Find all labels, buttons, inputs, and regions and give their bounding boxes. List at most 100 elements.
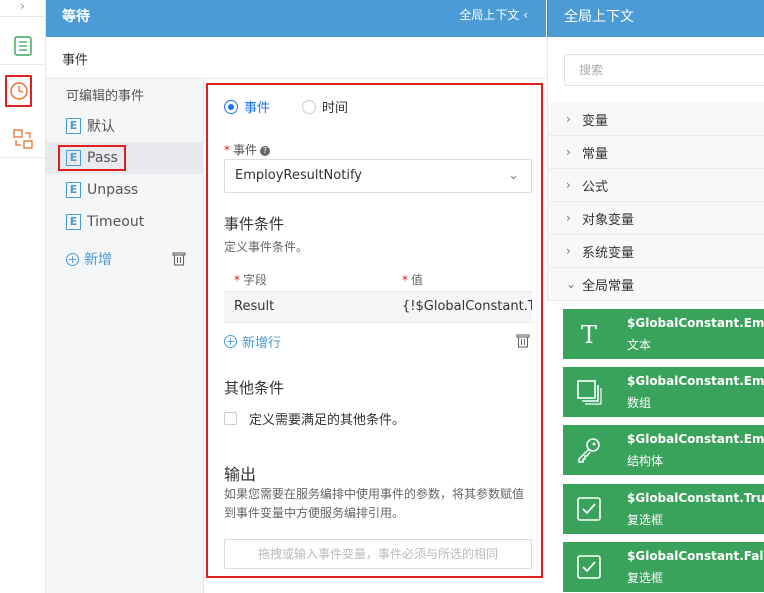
chevron-right-icon: ›	[566, 211, 571, 225]
constant-name: $GlobalConstant.Emp...	[627, 374, 764, 388]
help-icon[interactable]: ?	[260, 146, 271, 156]
event-type-radio-group: 事件 时间	[224, 97, 348, 116]
clock-icon[interactable]	[5, 75, 32, 107]
event-badge-icon: E	[66, 182, 81, 198]
conditions-desc: 定义事件条件。	[224, 240, 309, 254]
event-list: 可编辑的事件 E 默认 E Pass E Unpass E Timeout + …	[46, 79, 204, 593]
event-item-default[interactable]: E 默认	[46, 110, 204, 142]
constant-kind: 复选框	[627, 513, 664, 527]
event-item-label: Pass	[87, 150, 118, 166]
left-icon-bar: ›	[0, 0, 46, 593]
constant-name: $GlobalConstant.Emp...	[627, 432, 764, 446]
chevron-down-icon: ⌄	[508, 168, 519, 183]
plus-circle-icon: +	[66, 252, 79, 266]
event-list-heading: 可编辑的事件	[66, 89, 145, 104]
chevron-right-icon: ›	[566, 244, 571, 258]
group-label: 系统变量	[582, 245, 635, 261]
event-config-panel: 事件 时间 * 事件? EmployResultNotify ⌄ 事件条件 定义事…	[206, 83, 543, 578]
add-row-button[interactable]: + 新增行	[224, 332, 281, 351]
group-label: 全局常量	[582, 278, 635, 294]
event-item-label: Timeout	[87, 214, 145, 230]
swap-icon[interactable]	[0, 120, 45, 158]
other-conditions-label: 定义需要满足的其他条件。	[249, 413, 406, 428]
col-value-text: 值	[411, 273, 424, 287]
col-field-header: * 字段	[234, 273, 268, 287]
event-item-label: Unpass	[87, 182, 139, 198]
event-item-timeout[interactable]: E Timeout	[46, 206, 204, 238]
trash-icon[interactable]	[516, 333, 530, 352]
group-label: 对象变量	[582, 212, 635, 228]
constant-name: $GlobalConstant.Emp...	[627, 316, 764, 330]
add-event-label: 新增	[84, 252, 112, 268]
context-group-system-variables[interactable]: › 系统变量	[548, 235, 764, 268]
table-row[interactable]: Result {!$GlobalConstant.True}	[224, 291, 532, 323]
section-subheader: 事件	[46, 37, 546, 79]
panel-header: 等待 全局上下文 ‹	[46, 0, 546, 37]
conditions-title: 事件条件	[224, 215, 285, 233]
chevron-left-icon: ‹	[523, 8, 528, 22]
constant-card[interactable]: $GlobalConstant.Emp... 数组	[563, 367, 764, 417]
constant-name: $GlobalConstant.True	[627, 491, 764, 505]
add-row-label: 新增行	[242, 336, 282, 351]
row-field[interactable]: Result	[234, 299, 274, 314]
event-item-unpass[interactable]: E Unpass	[46, 174, 204, 206]
plus-circle-icon: +	[224, 335, 237, 348]
constant-kind: 数组	[627, 396, 652, 410]
global-context-title: 全局上下文	[564, 9, 634, 25]
constant-kind: 结构体	[627, 454, 664, 468]
col-field-text: 字段	[243, 273, 268, 287]
constant-card[interactable]: $GlobalConstant.True 复选框	[563, 484, 764, 534]
context-group-global-constants[interactable]: ⌄ 全局常量	[548, 268, 764, 301]
global-context-label: 全局上下文	[459, 8, 520, 22]
chevron-right-icon: ›	[566, 178, 571, 192]
conditions-table-header: * 字段 * 值	[224, 269, 532, 291]
selected-event-highlight: E Pass	[58, 145, 126, 171]
radio-event[interactable]	[224, 99, 238, 114]
text-icon: T	[573, 318, 605, 350]
subheader-title: 事件	[62, 53, 89, 68]
radio-time-label: 时间	[322, 101, 349, 116]
event-select[interactable]: EmployResultNotify ⌄	[224, 159, 532, 193]
other-conditions-checkbox[interactable]	[224, 412, 237, 425]
global-context-toggle[interactable]: 全局上下文 ‹	[459, 6, 528, 23]
chevron-down-icon: ⌄	[566, 277, 577, 291]
chevron-right-icon[interactable]: ›	[0, 0, 45, 17]
context-group-constants[interactable]: › 常量	[548, 136, 764, 169]
search-input[interactable]: 搜索	[564, 54, 764, 86]
key-icon	[573, 434, 605, 466]
radio-event-label: 事件	[244, 101, 271, 116]
event-badge-icon: E	[66, 118, 81, 134]
checkbox-icon	[573, 493, 605, 525]
add-event-button[interactable]: + 新增	[66, 249, 112, 269]
chevron-right-icon: ›	[566, 112, 571, 126]
trash-icon[interactable]	[172, 251, 186, 270]
other-conditions-title: 其他条件	[224, 379, 285, 397]
event-badge-icon: E	[66, 214, 81, 230]
output-desc: 如果您需要在服务编排中使用事件的参数，将其参数赋值到事件变量中方便服务编排引用。	[224, 487, 525, 520]
context-group-object-variables[interactable]: › 对象变量	[548, 202, 764, 235]
list-icon[interactable]	[0, 27, 45, 65]
context-group-variables[interactable]: › 变量	[548, 103, 764, 136]
context-group-formulas[interactable]: › 公式	[548, 169, 764, 202]
svg-text:T: T	[581, 321, 597, 347]
group-label: 公式	[582, 179, 609, 195]
event-item-pass[interactable]: E Pass	[46, 142, 204, 174]
col-value-header: * 值	[402, 273, 424, 287]
page-title: 等待	[62, 9, 90, 25]
event-select-value: EmployResultNotify	[235, 168, 362, 183]
constant-kind: 复选框	[627, 571, 664, 585]
constant-card[interactable]: $GlobalConstant.Emp... 结构体	[563, 425, 764, 475]
global-context-search-area: 搜索	[547, 37, 764, 103]
array-icon	[573, 376, 605, 408]
event-field-label: * 事件?	[224, 141, 271, 158]
row-value[interactable]: {!$GlobalConstant.True}	[402, 299, 532, 314]
other-conditions-checkbox-row[interactable]: 定义需要满足的其他条件。	[224, 409, 405, 428]
constant-card[interactable]: $GlobalConstant.False 复选框	[563, 542, 764, 592]
required-star-icon: *	[224, 143, 230, 157]
radio-time[interactable]	[302, 99, 317, 114]
constant-card[interactable]: T $GlobalConstant.Emp... 文本	[563, 309, 764, 359]
output-variable-input[interactable]: 拖拽或输入事件变量，事件必须与所选的相同	[224, 539, 532, 569]
global-context-header: 全局上下文	[547, 0, 764, 37]
output-title: 输出	[224, 465, 257, 484]
constant-name: $GlobalConstant.False	[627, 549, 764, 563]
